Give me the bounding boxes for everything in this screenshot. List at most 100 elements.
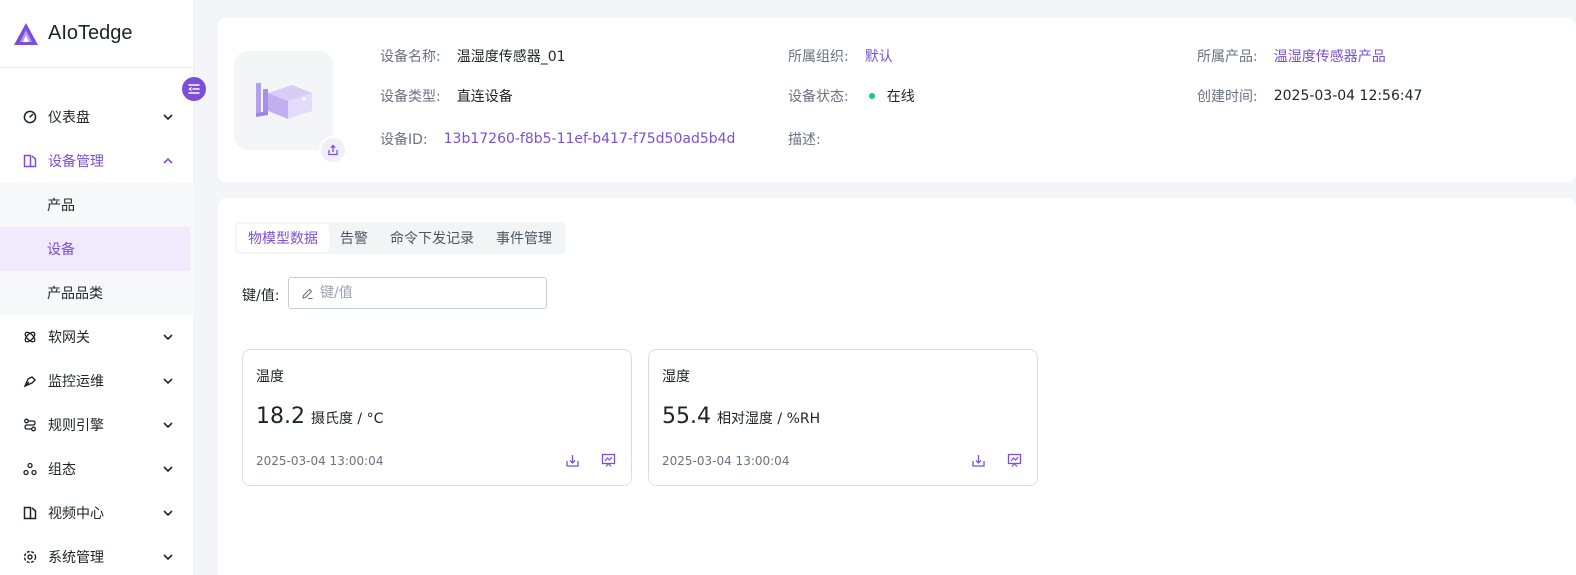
metric-name: 湿度 xyxy=(662,369,690,385)
sidebar-menu: 仪表盘 设备管理 产品 设备 产品品类 软网关 监控运维 规则引擎 组态 视频中… xyxy=(0,95,194,575)
sidebar-item-label: 系统管理 xyxy=(48,550,104,566)
tab-alarms[interactable]: 告警 xyxy=(329,224,379,252)
key-value-filter-label: 键/值: xyxy=(242,288,280,304)
metric-card-humidity: 湿度 55.4 相对湿度 / %RH 2025-03-04 13:00:04 xyxy=(648,349,1038,486)
sidebar-item-label: 监控运维 xyxy=(48,374,104,390)
metric-download-button[interactable] xyxy=(563,451,581,469)
brand[interactable]: AIoTedge xyxy=(0,0,193,68)
device-created-value: 2025-03-04 12:56:47 xyxy=(1273,88,1423,104)
device-product-link[interactable]: 温湿度传感器产品 xyxy=(1274,46,1386,66)
chart-icon xyxy=(1007,453,1021,467)
device-status-value: 在线 xyxy=(886,89,915,105)
sidebar-collapse-button[interactable] xyxy=(182,77,206,101)
rule-engine-icon xyxy=(22,417,38,433)
config-icon xyxy=(22,461,38,477)
sidebar-item-video-center[interactable]: 视频中心 xyxy=(0,491,194,535)
sidebar-item-dashboard[interactable]: 仪表盘 xyxy=(0,95,194,139)
metric-chart-button[interactable] xyxy=(1005,451,1023,469)
metric-card-temperature: 温度 18.2 摄氏度 / °C 2025-03-04 13:00:04 xyxy=(242,349,632,486)
download-icon xyxy=(565,454,579,467)
sidebar-item-gateway[interactable]: 软网关 xyxy=(0,315,194,359)
settings-icon xyxy=(22,549,38,565)
tab-thing-model-data[interactable]: 物模型数据 xyxy=(237,224,329,252)
video-icon xyxy=(22,505,38,521)
device-id-value[interactable]: 13b17260-f8b5-11ef-b417-f75d50ad5b4d xyxy=(444,131,736,147)
sidebar-item-label: 设备管理 xyxy=(48,154,104,170)
metric-name: 温度 xyxy=(256,369,284,385)
device-name-field: 设备名称: 温湿度传感器_01 xyxy=(380,46,566,66)
chevron-down-icon xyxy=(163,466,173,473)
sidebar-item-rule-engine[interactable]: 规则引擎 xyxy=(0,403,194,447)
chart-icon xyxy=(601,453,615,467)
device-image xyxy=(234,51,333,150)
monitor-icon xyxy=(22,373,38,389)
device-id-field: 设备ID: 13b17260-f8b5-11ef-b417-f75d50ad5b… xyxy=(380,129,735,149)
key-value-input[interactable] xyxy=(320,285,540,301)
field-label: 设备名称: xyxy=(380,49,441,65)
device-type-value: 直连设备 xyxy=(456,89,513,105)
key-value-filter[interactable] xyxy=(288,277,547,309)
device-info-card: 设备名称: 温湿度传感器_01 所属组织: 默认 所属产品: 温湿度传感器产品 … xyxy=(218,18,1576,182)
device-manage-icon xyxy=(22,153,38,169)
dashboard-icon xyxy=(22,109,38,125)
sidebar: AIoTedge 仪表盘 设备管理 产品 设备 产品品类 软网关 监控运维 规则… xyxy=(0,0,194,575)
sidebar-subitem-product[interactable]: 产品 xyxy=(0,183,194,227)
detail-tabs: 物模型数据 告警 命令下发记录 事件管理 xyxy=(235,222,565,254)
download-icon xyxy=(971,454,985,467)
tab-command-records[interactable]: 命令下发记录 xyxy=(379,224,485,252)
field-label: 设备类型: xyxy=(380,89,441,105)
sidebar-subitem-product-category[interactable]: 产品品类 xyxy=(0,271,194,315)
sidebar-item-label: 软网关 xyxy=(48,330,90,346)
upload-icon xyxy=(328,144,338,156)
sidebar-item-monitoring[interactable]: 监控运维 xyxy=(0,359,194,403)
metric-download-button[interactable] xyxy=(969,451,987,469)
sidebar-item-config[interactable]: 组态 xyxy=(0,447,194,491)
device-type-field: 设备类型: 直连设备 xyxy=(380,86,513,106)
device-desc-field: 描述: xyxy=(788,129,837,149)
device-org-link[interactable]: 默认 xyxy=(865,46,893,66)
device-product-field: 所属产品: 温湿度传感器产品 xyxy=(1197,46,1386,66)
metric-value: 18.2 xyxy=(256,404,305,429)
chevron-down-icon xyxy=(163,334,173,341)
field-label: 所属产品: xyxy=(1197,49,1258,65)
edit-pen-icon xyxy=(302,288,313,299)
upload-image-button[interactable] xyxy=(319,136,347,164)
metric-timestamp: 2025-03-04 13:00:04 xyxy=(256,454,384,468)
metric-timestamp: 2025-03-04 13:00:04 xyxy=(662,454,790,468)
sidebar-item-label: 规则引擎 xyxy=(48,418,104,434)
field-label: 设备ID: xyxy=(380,132,428,148)
device-name-value: 温湿度传感器_01 xyxy=(456,49,566,65)
device-org-field: 所属组织: 默认 xyxy=(788,46,893,66)
gateway-icon xyxy=(22,329,38,345)
status-online-dot xyxy=(868,93,875,99)
sidebar-item-system-management[interactable]: 系统管理 xyxy=(0,535,194,575)
chevron-down-icon xyxy=(163,422,173,429)
field-label: 创建时间: xyxy=(1197,89,1258,105)
metric-value-row: 18.2 摄氏度 / °C xyxy=(256,404,383,429)
device-status-field: 设备状态: 在线 xyxy=(788,86,915,106)
metric-value: 55.4 xyxy=(662,404,711,429)
field-label: 设备状态: xyxy=(788,89,849,105)
chevron-down-icon xyxy=(163,114,173,121)
device-cube-icon xyxy=(255,82,312,119)
metric-value-row: 55.4 相对湿度 / %RH xyxy=(662,404,820,429)
sidebar-item-label: 视频中心 xyxy=(48,506,104,522)
chevron-down-icon xyxy=(163,378,173,385)
metric-unit: 相对湿度 / %RH xyxy=(716,411,821,427)
sidebar-item-label: 组态 xyxy=(48,462,76,478)
device-created-field: 创建时间: 2025-03-04 12:56:47 xyxy=(1197,86,1422,106)
sidebar-subitem-device[interactable]: 设备 xyxy=(0,227,190,271)
device-management-submenu: 产品 设备 产品品类 xyxy=(0,183,194,315)
metric-chart-button[interactable] xyxy=(599,451,617,469)
brand-name: AIoTedge xyxy=(48,22,133,44)
chevron-down-icon xyxy=(163,510,173,517)
field-label: 所属组织: xyxy=(788,49,849,65)
tab-event-management[interactable]: 事件管理 xyxy=(485,224,563,252)
sidebar-item-label: 仪表盘 xyxy=(48,110,90,126)
sidebar-item-device-management[interactable]: 设备管理 xyxy=(0,139,194,183)
chevron-down-icon xyxy=(163,554,173,561)
chevron-up-icon xyxy=(163,157,173,164)
metric-unit: 摄氏度 / °C xyxy=(310,411,384,427)
collapse-menu-icon xyxy=(188,84,200,94)
brand-logo-icon xyxy=(14,22,38,45)
